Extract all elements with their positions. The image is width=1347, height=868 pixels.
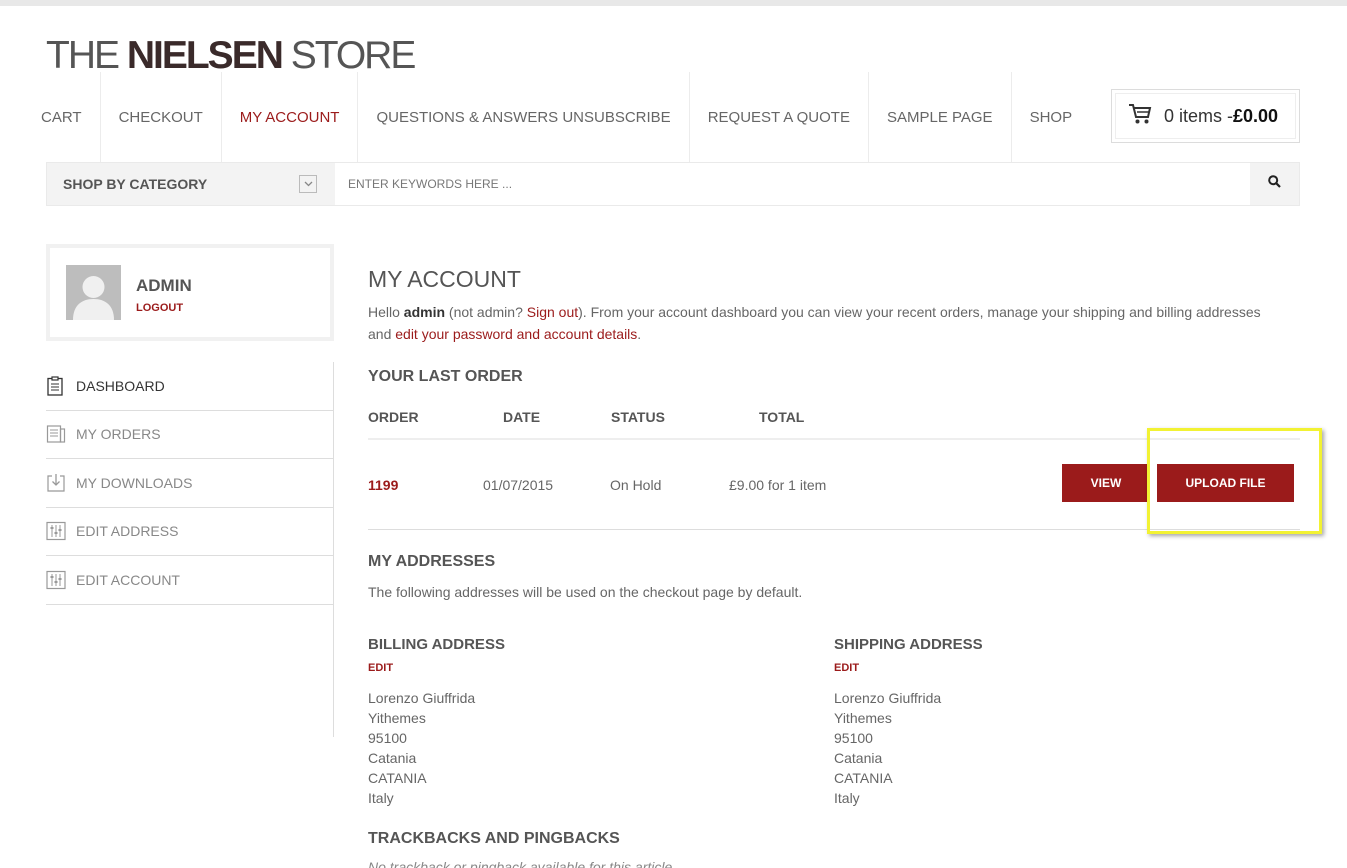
last-order-heading: YOUR LAST ORDER — [368, 368, 523, 385]
order-number-link[interactable]: 1199 — [368, 477, 398, 493]
sidebar-item-label: MY ORDERS — [76, 426, 161, 443]
cart-total: £0.00 — [1233, 105, 1279, 126]
view-order-button[interactable]: VIEW — [1062, 464, 1150, 502]
trackbacks-text: No trackback or pingback available for t… — [368, 859, 673, 868]
logo-text-the: THE — [46, 34, 127, 77]
billing-address-block: Lorenzo Giuffrida Yithemes 95100 Catania… — [368, 688, 475, 808]
sidebar-item-label: EDIT ACCOUNT — [76, 571, 180, 588]
sidebar-item-edit-account[interactable]: EDIT ACCOUNT — [46, 556, 334, 605]
shipping-address-line: Italy — [834, 790, 860, 806]
edit-shipping-address-link[interactable]: EDIT — [834, 662, 859, 674]
billing-address-heading: BILLING ADDRESS — [368, 636, 505, 653]
column-header-order: ORDER — [368, 409, 419, 425]
nav-item-my-account[interactable]: MY ACCOUNT — [222, 72, 359, 162]
intro-not-user: (not admin? — [445, 304, 527, 320]
shipping-address-line: Yithemes — [834, 710, 892, 726]
edit-password-link[interactable]: edit your password and account details — [395, 326, 637, 342]
order-status: On Hold — [610, 477, 662, 493]
sliders-icon — [46, 570, 76, 590]
shipping-address-line: Lorenzo Giuffrida — [834, 690, 942, 706]
chevron-down-icon — [299, 175, 317, 193]
sidebar-item-my-downloads[interactable]: MY DOWNLOADS — [46, 459, 334, 508]
order-total: £9.00 for 1 item — [729, 477, 827, 493]
column-header-total: TOTAL — [759, 409, 805, 425]
cart-icon — [1128, 103, 1164, 130]
orders-icon — [46, 424, 76, 444]
intro-end: . — [637, 326, 642, 342]
nav-item-questions-answers[interactable]: QUESTIONS & ANSWERS UNSUBSCRIBE — [358, 72, 690, 162]
intro-hello: Hello — [368, 304, 404, 320]
order-date: 01/07/2015 — [483, 477, 554, 493]
clipboard-icon — [46, 376, 76, 396]
column-header-date: DATE — [503, 409, 541, 425]
cart-items-count: 0 items - — [1164, 105, 1234, 126]
shipping-address-line: CATANIA — [834, 770, 893, 786]
search-input[interactable] — [335, 163, 1250, 205]
sign-out-link[interactable]: Sign out — [527, 304, 578, 320]
intro-username: admin — [403, 304, 446, 320]
nav-item-cart[interactable]: CART — [23, 72, 101, 162]
search-bar: SHOP BY CATEGORY — [46, 162, 1300, 206]
sidebar-item-dashboard[interactable]: DASHBOARD — [46, 362, 334, 411]
edit-billing-address-link[interactable]: EDIT — [368, 662, 393, 674]
shipping-address-heading: SHIPPING ADDRESS — [834, 636, 983, 653]
account-intro: Hello admin (not admin? Sign out). From … — [368, 301, 1268, 345]
shop-by-category-dropdown[interactable]: SHOP BY CATEGORY — [47, 163, 335, 205]
shipping-address-line: Catania — [834, 750, 883, 766]
mini-cart[interactable]: 0 items - £0.00 — [1111, 89, 1300, 143]
sidebar-item-label: EDIT ADDRESS — [76, 523, 179, 540]
logout-link[interactable]: LOGOUT — [136, 302, 183, 314]
sidebar-divider — [333, 362, 334, 737]
column-header-status: STATUS — [611, 409, 665, 425]
user-box: ADMIN LOGOUT — [46, 244, 334, 341]
sidebar-item-label: DASHBOARD — [76, 377, 165, 394]
sidebar-item-my-orders[interactable]: MY ORDERS — [46, 411, 334, 459]
store-logo[interactable]: THE NIELSEN STORE — [46, 34, 417, 77]
nav-item-request-quote[interactable]: REQUEST A QUOTE — [690, 72, 869, 162]
username: ADMIN — [136, 276, 192, 295]
shop-by-category-label: SHOP BY CATEGORY — [63, 176, 208, 192]
billing-address-line: Lorenzo Giuffrida — [368, 690, 476, 706]
billing-address-line: Yithemes — [368, 710, 426, 726]
billing-address-line: CATANIA — [368, 770, 427, 786]
nav-item-checkout[interactable]: CHECKOUT — [101, 72, 222, 162]
trackbacks-heading: TRACKBACKS AND PINGBACKS — [368, 830, 620, 847]
download-icon — [46, 473, 76, 493]
nav-item-shop[interactable]: SHOP — [1012, 72, 1091, 162]
avatar — [66, 265, 121, 320]
main-nav: CART CHECKOUT MY ACCOUNT QUESTIONS & ANS… — [23, 72, 1090, 162]
account-sidebar: DASHBOARD MY ORDERS MY DOWNLOADS EDIT AD… — [46, 362, 334, 605]
sidebar-item-label: MY DOWNLOADS — [76, 474, 193, 491]
top-strip — [0, 0, 1347, 6]
billing-address-line: Italy — [368, 790, 394, 806]
page-title: MY ACCOUNT — [368, 266, 521, 292]
sliders-icon — [46, 521, 76, 541]
logo-text-store: STORE — [281, 34, 417, 77]
search-button[interactable] — [1249, 163, 1299, 205]
shipping-address-block: Lorenzo Giuffrida Yithemes 95100 Catania… — [834, 688, 941, 808]
billing-address-line: Catania — [368, 750, 417, 766]
sidebar-item-edit-address[interactable]: EDIT ADDRESS — [46, 508, 334, 556]
addresses-description: The following addresses will be used on … — [368, 584, 803, 600]
billing-address-line: 95100 — [368, 730, 407, 746]
upload-file-highlight — [1147, 428, 1322, 534]
search-icon — [1267, 175, 1281, 193]
nav-item-sample-page[interactable]: SAMPLE PAGE — [869, 72, 1012, 162]
my-addresses-heading: MY ADDRESSES — [368, 553, 496, 570]
shipping-address-line: 95100 — [834, 730, 873, 746]
logo-text-nielsen: NIELSEN — [126, 34, 284, 77]
